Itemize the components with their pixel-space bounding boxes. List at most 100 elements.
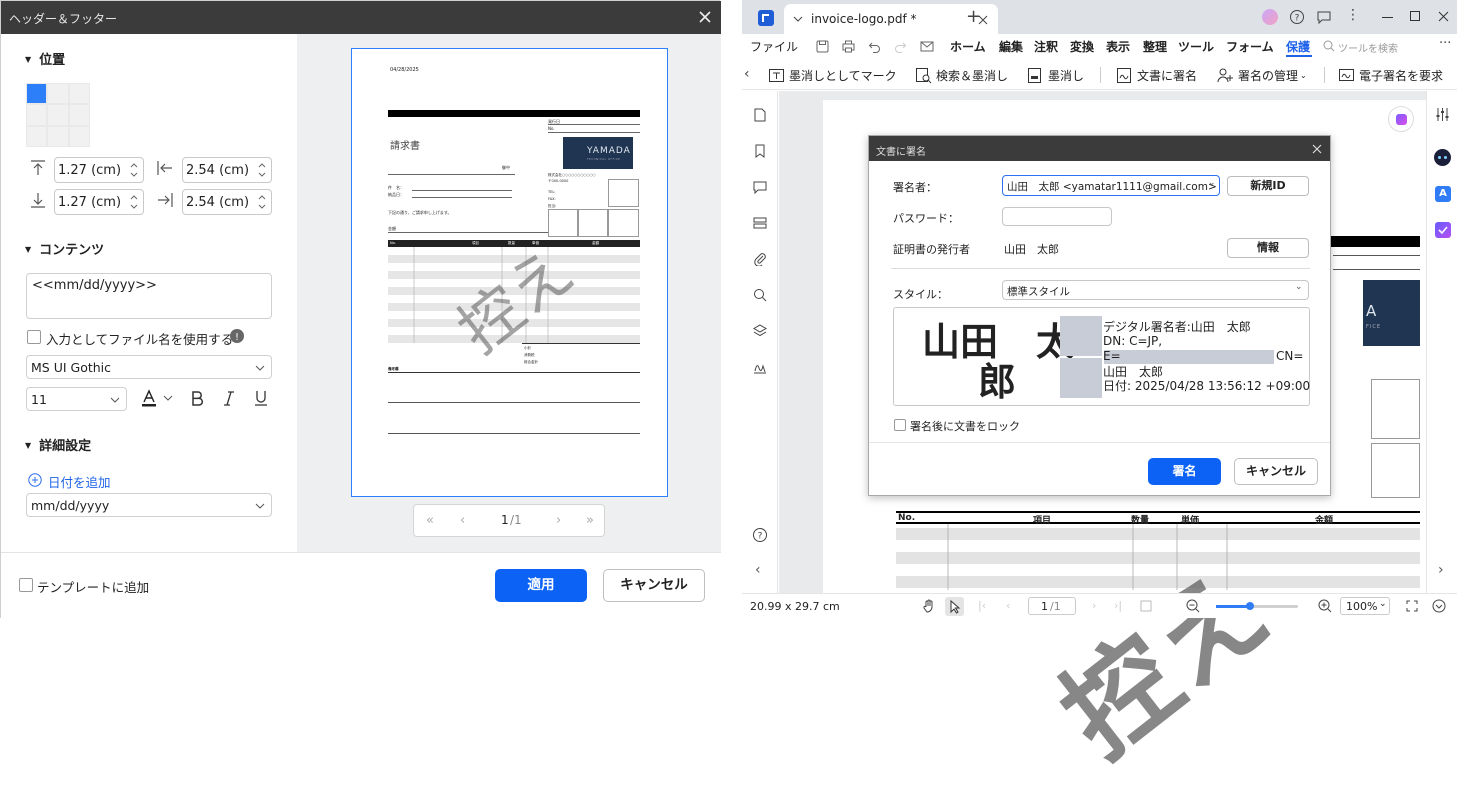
position-bottom-center[interactable] [48,126,68,146]
next-page-icon[interactable]: › [556,513,561,528]
position-middle-right[interactable] [69,105,89,125]
chatbot-icon[interactable] [1434,149,1451,166]
menu-view[interactable]: 表示 [1106,38,1130,55]
more-vertical-icon[interactable]: ⋮ [1346,7,1360,23]
search-redact-button[interactable]: 検索＆墨消し [915,65,1008,85]
position-top-center[interactable] [48,84,68,104]
mail-icon[interactable] [920,40,934,53]
manage-signatures-button[interactable]: 署名の管理 ⌄ [1217,65,1307,85]
advanced-heading[interactable]: ▼ 詳細設定 [25,435,91,454]
menu-file[interactable]: ファイル [750,38,798,55]
menu-organize[interactable]: 整理 [1143,38,1167,55]
comment-icon[interactable] [753,180,767,194]
date-format-select[interactable]: mm/dd/yyyy [26,493,272,517]
translate-icon[interactable]: A [1435,186,1451,202]
print-icon[interactable] [842,40,855,53]
last-page-icon[interactable]: ›| [1114,599,1122,612]
signature-icon[interactable] [753,360,767,374]
ai-assistant-icon[interactable] [1388,106,1414,132]
collapse-left-icon[interactable]: ‹ [755,562,761,578]
message-icon[interactable] [1316,9,1332,25]
add-date-link[interactable]: 日付を追加 [48,472,111,491]
underline-icon[interactable] [252,389,270,407]
lock-after-sign-checkbox[interactable] [894,419,906,431]
close-icon[interactable] [695,7,715,27]
redact-button[interactable]: 墨消し [1027,65,1084,85]
bookmark-icon[interactable] [753,144,767,158]
next-page-icon[interactable]: › [1092,599,1096,612]
content-heading[interactable]: ▼ コンテンツ [25,239,104,258]
close-window-icon[interactable] [1438,11,1449,22]
menu-form[interactable]: フォーム [1226,38,1274,55]
fullscreen-icon[interactable] [1406,600,1418,612]
save-icon[interactable] [816,40,829,53]
ai-check-icon[interactable] [1435,222,1451,238]
apply-button[interactable]: 適用 [495,569,587,602]
signer-select[interactable]: 山田 太郎 <yamatar1111@gmail.com> ⌄ [1002,175,1220,196]
info-button[interactable]: 情報 [1227,238,1309,258]
chevron-down-icon[interactable] [163,394,173,402]
help-icon[interactable]: ? [1289,9,1305,25]
menu-edit[interactable]: 編集 [999,38,1023,55]
search-icon[interactable] [1323,40,1335,52]
layers-icon[interactable] [753,324,767,338]
sign-cancel-button[interactable]: キャンセル [1234,458,1318,485]
chevron-down-icon[interactable] [793,14,803,24]
new-id-button[interactable]: 新規ID [1227,176,1309,196]
margin-right-stepper[interactable]: 2.54 (cm) [182,189,272,215]
pages-icon[interactable] [753,108,767,122]
scroll-left-icon[interactable]: ‹ [744,66,750,82]
close-icon[interactable] [1312,144,1322,154]
first-page-icon[interactable]: |‹ [978,599,986,612]
expand-right-icon[interactable]: › [1438,562,1444,578]
avatar[interactable] [1262,9,1278,25]
pager-current[interactable]: 1 [501,513,509,527]
italic-icon[interactable] [220,389,238,407]
password-input[interactable] [1002,207,1112,226]
hand-tool-icon[interactable] [922,599,936,613]
add-template-checkbox[interactable] [19,578,33,592]
maximize-icon[interactable] [1410,11,1420,21]
undo-icon[interactable] [868,40,881,53]
select-tool-button[interactable] [945,597,964,616]
prev-page-icon[interactable]: ‹ [460,513,465,528]
attachment-icon[interactable] [753,252,767,266]
cancel-button[interactable]: キャンセル [603,569,705,602]
style-select[interactable]: 標準スタイル ⌄ [1002,280,1309,300]
position-top-left[interactable] [27,84,47,104]
font-select[interactable]: MS UI Gothic [26,355,272,379]
position-grid[interactable] [26,83,90,147]
first-page-icon[interactable]: « [426,513,434,528]
last-page-icon[interactable]: » [586,513,594,528]
more-horizontal-icon[interactable]: ··· [1439,36,1451,51]
prev-page-icon[interactable]: ‹ [1006,599,1010,612]
margin-left-stepper[interactable]: 2.54 (cm) [182,157,272,183]
zoom-out-icon[interactable] [1186,599,1200,613]
scroll-down-icon[interactable] [1432,599,1446,613]
help-icon[interactable]: ? [752,527,768,543]
position-bottom-left[interactable] [27,126,47,146]
mark-redaction-button[interactable]: 墨消しとしてマーク [768,65,897,85]
font-size-select[interactable]: 11 [26,387,127,411]
redo-icon[interactable] [894,40,907,53]
search-icon[interactable] [753,288,767,302]
zoom-in-icon[interactable] [1318,599,1332,613]
content-textarea[interactable]: <<mm/dd/yyyy>> [26,273,272,319]
properties-icon[interactable] [1435,107,1450,122]
info-icon[interactable]: ! [230,329,244,343]
position-heading[interactable]: ▼ 位置 [25,49,65,68]
tool-search-input[interactable]: ツールを検索 [1338,40,1398,55]
fit-page-icon[interactable] [1140,600,1152,612]
plus-circle-icon[interactable] [28,473,42,487]
fields-icon[interactable] [753,216,767,230]
zoom-slider[interactable] [1216,602,1298,610]
margin-top-stepper[interactable]: 1.27 (cm) [54,157,144,183]
menu-tools[interactable]: ツール [1178,38,1214,55]
zoom-select[interactable]: 100% ⌄ [1340,597,1390,615]
menu-convert[interactable]: 変換 [1070,38,1094,55]
menu-protect[interactable]: 保護 [1286,38,1310,55]
position-center[interactable] [48,105,68,125]
use-filename-checkbox[interactable] [27,330,41,344]
request-esign-button[interactable]: 電子署名を要求 [1338,65,1443,85]
minimize-icon[interactable] [1382,17,1393,18]
